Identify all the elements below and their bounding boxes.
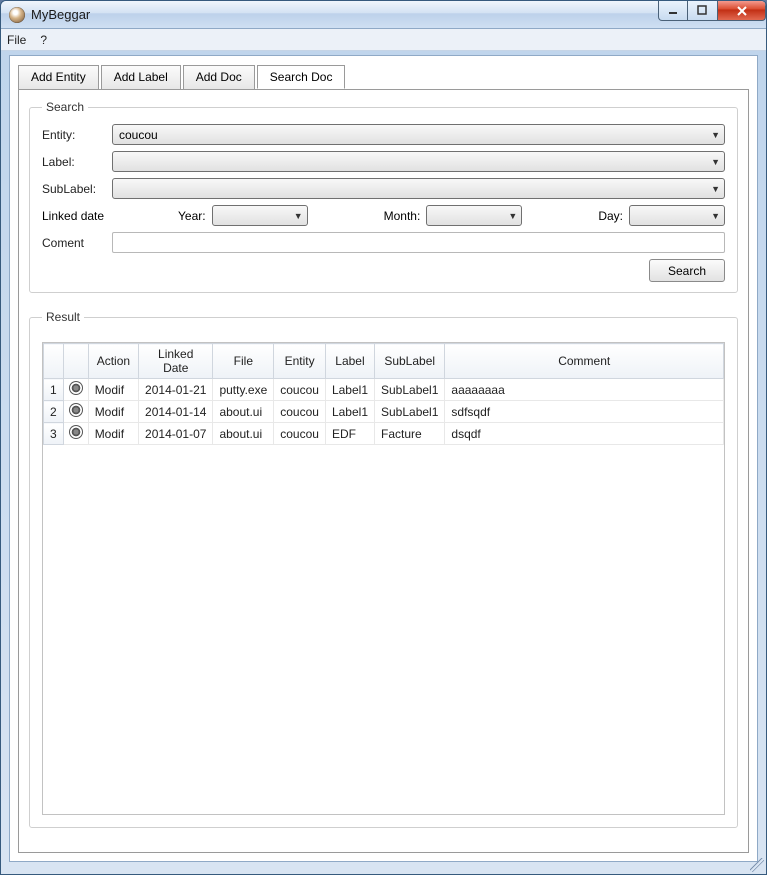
chevron-down-icon: ▼	[711, 184, 720, 194]
result-legend: Result	[42, 310, 84, 324]
cell-action: Modif	[88, 379, 138, 401]
tab-add-doc[interactable]: Add Doc	[183, 65, 255, 89]
tab-strip: Add Entity Add Label Add Doc Search Doc	[10, 56, 757, 88]
minimize-button[interactable]	[658, 1, 688, 21]
row-number: 3	[44, 423, 64, 445]
search-legend: Search	[42, 100, 88, 114]
chevron-down-icon: ▼	[711, 157, 720, 167]
header-gear[interactable]	[63, 344, 88, 379]
app-icon	[9, 7, 25, 23]
row-gear-cell[interactable]	[63, 423, 88, 445]
header-entity[interactable]: Entity	[274, 344, 326, 379]
row-gear-cell[interactable]	[63, 379, 88, 401]
entity-combo-value: coucou	[119, 128, 158, 142]
chevron-down-icon: ▼	[294, 211, 303, 221]
table-row[interactable]: 3 Modif2014-01-07about.uicoucouEDFFacture…	[44, 423, 724, 445]
maximize-button[interactable]	[688, 1, 718, 21]
search-button[interactable]: Search	[649, 259, 725, 282]
row-number: 1	[44, 379, 64, 401]
month-label: Month:	[384, 209, 421, 223]
cell-comment: sdfsqdf	[445, 401, 724, 423]
chevron-down-icon: ▼	[711, 130, 720, 140]
menu-file[interactable]: File	[7, 33, 26, 47]
row-gear-cell[interactable]	[63, 401, 88, 423]
cell-action: Modif	[88, 401, 138, 423]
header-action[interactable]: Action	[88, 344, 138, 379]
row-number: 2	[44, 401, 64, 423]
entity-label: Entity:	[42, 128, 112, 142]
tab-add-label[interactable]: Add Label	[101, 65, 181, 89]
client-area: Add Entity Add Label Add Doc Search Doc …	[9, 55, 758, 862]
app-window: MyBeggar File ? Add Entity Add Label Add…	[0, 0, 767, 875]
gear-icon	[70, 404, 82, 416]
cell-file: about.ui	[213, 423, 274, 445]
cell-sublabel: SubLabel1	[375, 401, 445, 423]
year-combo[interactable]: ▼	[212, 205, 308, 226]
label-combo[interactable]: ▼	[112, 151, 725, 172]
minimize-icon	[668, 5, 679, 16]
cell-linked-date: 2014-01-07	[139, 423, 213, 445]
table-row[interactable]: 2 Modif2014-01-14about.uicoucouLabel1SubL…	[44, 401, 724, 423]
cell-sublabel: SubLabel1	[375, 379, 445, 401]
close-button[interactable]	[718, 1, 766, 21]
menubar: File ?	[1, 29, 766, 51]
cell-entity: coucou	[274, 401, 326, 423]
header-label[interactable]: Label	[325, 344, 374, 379]
result-table-wrap: Action Linked Date File Entity Label Sub…	[42, 342, 725, 815]
header-sublabel[interactable]: SubLabel	[375, 344, 445, 379]
cell-linked-date: 2014-01-21	[139, 379, 213, 401]
tab-search-doc[interactable]: Search Doc	[257, 65, 346, 89]
cell-entity: coucou	[274, 423, 326, 445]
day-label: Day:	[598, 209, 623, 223]
cell-label: EDF	[325, 423, 374, 445]
resize-grip[interactable]	[750, 858, 764, 872]
maximize-icon	[697, 5, 708, 16]
header-linked-date[interactable]: Linked Date	[139, 344, 213, 379]
day-combo[interactable]: ▼	[629, 205, 725, 226]
window-controls	[658, 1, 766, 21]
coment-input[interactable]	[112, 232, 725, 253]
search-group: Search Entity: coucou ▼ Label: ▼	[29, 100, 738, 293]
table-row[interactable]: 1 Modif2014-01-21putty.execoucouLabel1Sub…	[44, 379, 724, 401]
tab-body-search-doc: Search Entity: coucou ▼ Label: ▼	[18, 89, 749, 853]
chevron-down-icon: ▼	[508, 211, 517, 221]
close-icon	[736, 5, 748, 17]
header-corner[interactable]	[44, 344, 64, 379]
result-header-row: Action Linked Date File Entity Label Sub…	[44, 344, 724, 379]
cell-file: about.ui	[213, 401, 274, 423]
cell-comment: aaaaaaaa	[445, 379, 724, 401]
year-label: Year:	[178, 209, 206, 223]
window-title: MyBeggar	[31, 7, 90, 22]
month-combo[interactable]: ▼	[426, 205, 522, 226]
header-file[interactable]: File	[213, 344, 274, 379]
coment-label: Coment	[42, 236, 112, 250]
cell-label: Label1	[325, 379, 374, 401]
titlebar[interactable]: MyBeggar	[1, 1, 766, 29]
cell-label: Label1	[325, 401, 374, 423]
cell-sublabel: Facture	[375, 423, 445, 445]
label-label: Label:	[42, 155, 112, 169]
result-group: Result Action Linked Date File Entity	[29, 310, 738, 828]
cell-action: Modif	[88, 423, 138, 445]
cell-entity: coucou	[274, 379, 326, 401]
tab-add-entity[interactable]: Add Entity	[18, 65, 99, 89]
cell-file: putty.exe	[213, 379, 274, 401]
entity-combo[interactable]: coucou ▼	[112, 124, 725, 145]
cell-comment: dsqdf	[445, 423, 724, 445]
sublabel-combo[interactable]: ▼	[112, 178, 725, 199]
gear-icon	[70, 382, 82, 394]
menu-help[interactable]: ?	[40, 33, 47, 47]
cell-linked-date: 2014-01-14	[139, 401, 213, 423]
result-table: Action Linked Date File Entity Label Sub…	[43, 343, 724, 445]
chevron-down-icon: ▼	[711, 211, 720, 221]
gear-icon	[70, 426, 82, 438]
linked-date-label: Linked date	[42, 209, 142, 223]
header-comment[interactable]: Comment	[445, 344, 724, 379]
sublabel-label: SubLabel:	[42, 182, 112, 196]
